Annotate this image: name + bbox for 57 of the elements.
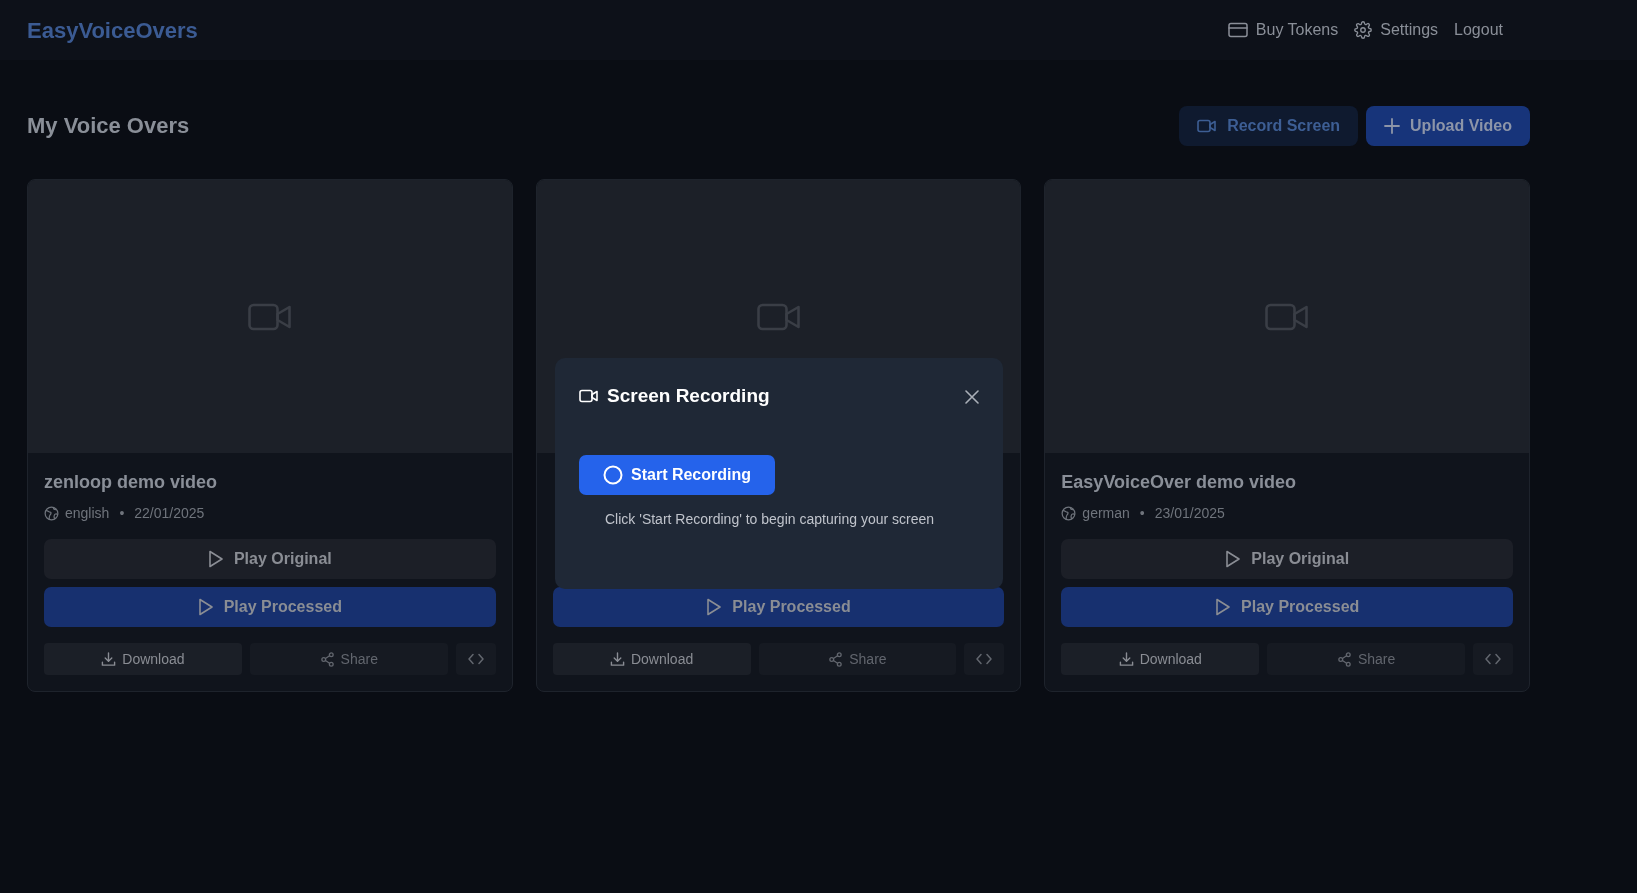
page-title: My Voice Overs — [27, 112, 190, 140]
embed-button[interactable] — [455, 643, 496, 675]
plus-icon — [1384, 118, 1401, 134]
download-button[interactable]: Download — [552, 643, 751, 675]
share-icon — [828, 651, 844, 667]
play-processed-button[interactable]: Play Processed — [44, 587, 496, 627]
globe-icon — [1061, 505, 1077, 521]
embed-button[interactable] — [1473, 643, 1514, 675]
brand-logo[interactable]: EasyVoiceOvers — [27, 13, 198, 47]
video-camera-icon — [247, 302, 292, 331]
video-camera-icon — [579, 389, 599, 404]
share-icon — [1336, 651, 1352, 667]
download-button[interactable]: Download — [44, 643, 242, 675]
code-icon — [467, 653, 484, 665]
record-button[interactable]: Record Screen — [1179, 106, 1359, 146]
card-icon — [1227, 22, 1248, 38]
language-label: english — [65, 503, 110, 523]
modal-title: Screen Recording — [607, 384, 770, 408]
nav-link[interactable]: Logout — [1454, 18, 1503, 42]
nav-link[interactable]: Settings — [1354, 18, 1439, 42]
separator-dot: • — [119, 503, 125, 523]
download-icon — [101, 651, 117, 667]
play-processed-button[interactable]: Play Processed — [1061, 587, 1513, 627]
code-icon — [1485, 653, 1502, 665]
video-camera-icon — [1265, 302, 1310, 331]
share-button[interactable]: Share — [1267, 643, 1466, 675]
settings-icon — [1354, 21, 1373, 39]
download-icon — [609, 651, 625, 667]
upload-button[interactable]: Upload Video — [1366, 106, 1530, 146]
share-button[interactable]: Share — [249, 643, 448, 675]
separator-dot: • — [1139, 503, 1145, 523]
video-title: EasyVoiceOver demo video — [1061, 471, 1298, 493]
play-original-button[interactable]: Play Original — [44, 539, 496, 579]
play-icon — [706, 598, 723, 616]
play-icon — [1225, 550, 1242, 568]
date-label: 22/01/2025 — [134, 503, 205, 523]
download-icon — [1118, 651, 1134, 667]
play-icon — [207, 550, 224, 568]
play-original-button[interactable]: Play Original — [1061, 539, 1513, 579]
video-camera-icon — [756, 302, 801, 331]
share-button[interactable]: Share — [758, 643, 957, 675]
hint-text: Click 'Start Recording' to begin capturing your screen — [605, 509, 936, 529]
download-button[interactable]: Download — [1061, 643, 1260, 675]
record-circle-icon — [603, 464, 623, 485]
code-icon — [976, 653, 993, 665]
video-title: zenloop demo video — [44, 471, 218, 493]
play-icon — [197, 598, 214, 616]
video-camera-icon — [1197, 119, 1218, 133]
share-icon — [319, 651, 335, 667]
date-label: 23/01/2025 — [1154, 503, 1225, 523]
embed-button[interactable] — [964, 643, 1005, 675]
language-label: german — [1082, 503, 1130, 523]
globe-icon — [44, 505, 59, 521]
play-icon — [1215, 598, 1232, 616]
play-processed-button[interactable]: Play Processed — [552, 587, 1005, 627]
start-recording-button[interactable]: Start Recording — [579, 454, 775, 495]
nav-link[interactable]: Buy Tokens — [1227, 18, 1339, 42]
